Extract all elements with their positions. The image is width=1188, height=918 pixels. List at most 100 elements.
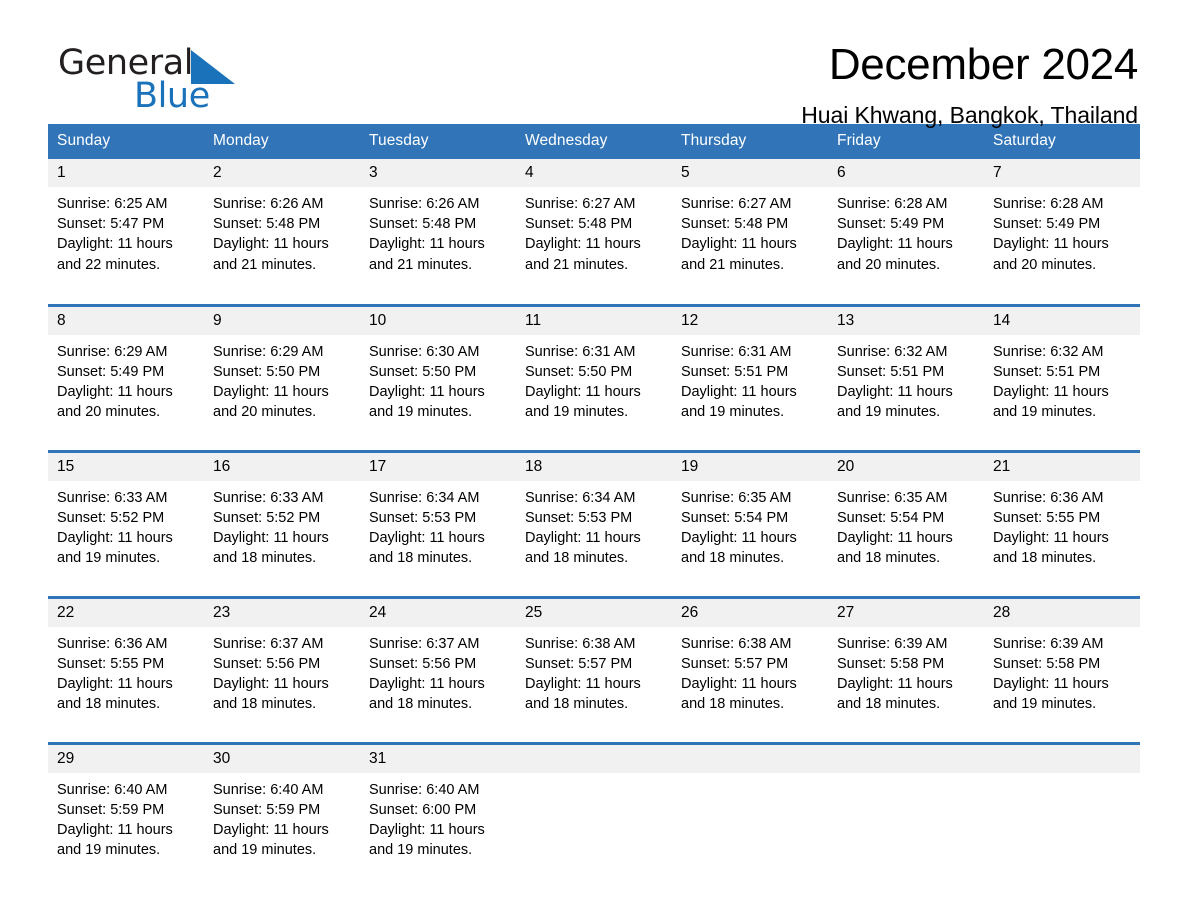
- calendar-empty-cell: [828, 741, 984, 878]
- calendar-day-cell[interactable]: 21 Sunrise: 6:36 AM Sunset: 5:55 PM Dayligh…: [984, 449, 1140, 586]
- day-number: 4: [516, 159, 672, 187]
- daylight-text-line1: Daylight: 11 hours: [213, 821, 329, 838]
- generalblue-logo[interactable]: General Blue: [58, 46, 318, 120]
- calendar-day-cell[interactable]: 29 Sunrise: 6:40 AM Sunset: 5:59 PM Dayligh…: [48, 741, 204, 878]
- sunset-text: Sunset: 5:54 PM: [681, 509, 789, 526]
- sunset-text: Sunset: 5:52 PM: [57, 509, 165, 526]
- calendar-day-cell[interactable]: 30 Sunrise: 6:40 AM Sunset: 5:59 PM Dayligh…: [204, 741, 360, 878]
- calendar-day-cell[interactable]: 14 Sunrise: 6:32 AM Sunset: 5:51 PM Dayligh…: [984, 303, 1140, 440]
- day-number: 28: [984, 598, 1140, 627]
- calendar-day-cell[interactable]: 11 Sunrise: 6:31 AM Sunset: 5:50 PM Dayligh…: [516, 303, 672, 440]
- calendar-day-cell[interactable]: 10 Sunrise: 6:30 AM Sunset: 5:50 PM Dayligh…: [360, 303, 516, 440]
- sunset-text: Sunset: 5:53 PM: [369, 509, 477, 526]
- calendar-day-cell[interactable]: 26 Sunrise: 6:38 AM Sunset: 5:57 PM Dayligh…: [672, 595, 828, 732]
- daylight-text-line2: and 19 minutes.: [213, 842, 317, 859]
- day-details: Sunrise: 6:38 AM Sunset: 5:57 PM Daylight:…: [516, 627, 672, 715]
- daylight-text-line1: Daylight: 11 hours: [681, 383, 797, 400]
- calendar-day-cell[interactable]: 19 Sunrise: 6:35 AM Sunset: 5:54 PM Dayligh…: [672, 449, 828, 586]
- calendar-day-cell[interactable]: 1 Sunrise: 6:25 AM Sunset: 5:47 PM Daylight…: [48, 159, 204, 294]
- calendar-day-cell[interactable]: 23 Sunrise: 6:37 AM Sunset: 5:56 PM Dayligh…: [204, 595, 360, 732]
- calendar-day-cell[interactable]: 18 Sunrise: 6:34 AM Sunset: 5:53 PM Dayligh…: [516, 449, 672, 586]
- calendar-day-cell[interactable]: 5 Sunrise: 6:27 AM Sunset: 5:48 PM Daylight…: [672, 159, 828, 294]
- sunset-text: Sunset: 5:48 PM: [213, 216, 321, 233]
- sunset-text: Sunset: 5:56 PM: [213, 655, 321, 672]
- day-number: 8: [48, 306, 204, 335]
- daylight-text-line1: Daylight: 11 hours: [57, 236, 173, 253]
- sunrise-text: Sunrise: 6:26 AM: [213, 196, 324, 212]
- day-number: 3: [360, 159, 516, 187]
- sunrise-text: Sunrise: 6:29 AM: [57, 343, 168, 360]
- sunset-text: Sunset: 5:48 PM: [681, 216, 789, 233]
- daylight-text-line1: Daylight: 11 hours: [525, 383, 641, 400]
- day-details: Sunrise: 6:40 AM Sunset: 6:00 PM Daylight:…: [360, 773, 516, 861]
- calendar-day-cell[interactable]: 9 Sunrise: 6:29 AM Sunset: 5:50 PM Daylight…: [204, 303, 360, 440]
- sunrise-text: Sunrise: 6:38 AM: [681, 635, 792, 652]
- day-number: 25: [516, 598, 672, 627]
- day-number: 7: [984, 159, 1140, 187]
- daylight-text-line1: Daylight: 11 hours: [993, 236, 1109, 253]
- day-number: [984, 744, 1140, 773]
- calendar-day-cell[interactable]: 13 Sunrise: 6:32 AM Sunset: 5:51 PM Dayligh…: [828, 303, 984, 440]
- sunrise-text: Sunrise: 6:40 AM: [57, 781, 168, 798]
- day-details: Sunrise: 6:28 AM Sunset: 5:49 PM Daylight:…: [984, 187, 1140, 275]
- calendar-day-cell[interactable]: 3 Sunrise: 6:26 AM Sunset: 5:48 PM Daylight…: [360, 159, 516, 294]
- sunset-text: Sunset: 5:54 PM: [837, 509, 945, 526]
- day-number: 2: [204, 159, 360, 187]
- sunset-text: Sunset: 5:51 PM: [681, 363, 789, 380]
- calendar-day-cell[interactable]: 6 Sunrise: 6:28 AM Sunset: 5:49 PM Daylight…: [828, 159, 984, 294]
- calendar-day-cell[interactable]: 4 Sunrise: 6:27 AM Sunset: 5:48 PM Daylight…: [516, 159, 672, 294]
- day-number: 19: [672, 452, 828, 481]
- sunrise-text: Sunrise: 6:31 AM: [525, 343, 636, 360]
- day-number: [672, 744, 828, 773]
- daylight-text-line2: and 18 minutes.: [837, 550, 941, 567]
- sunset-text: Sunset: 5:49 PM: [993, 216, 1101, 233]
- sunset-text: Sunset: 5:59 PM: [57, 801, 165, 818]
- day-details: Sunrise: 6:26 AM Sunset: 5:48 PM Daylight:…: [360, 187, 516, 275]
- calendar-day-cell[interactable]: 22 Sunrise: 6:36 AM Sunset: 5:55 PM Dayligh…: [48, 595, 204, 732]
- week-spacer: [48, 586, 1140, 597]
- calendar-page: General Blue December 2024 Huai Khwang, …: [0, 0, 1188, 918]
- calendar-day-cell[interactable]: 12 Sunrise: 6:31 AM Sunset: 5:51 PM Dayligh…: [672, 303, 828, 440]
- sunrise-text: Sunrise: 6:32 AM: [837, 343, 948, 360]
- week-spacer-cell: [48, 732, 1140, 743]
- day-number: 31: [360, 744, 516, 773]
- daylight-text-line2: and 19 minutes.: [681, 404, 785, 421]
- daylight-text-line1: Daylight: 11 hours: [837, 675, 953, 692]
- calendar-day-cell[interactable]: 17 Sunrise: 6:34 AM Sunset: 5:53 PM Dayligh…: [360, 449, 516, 586]
- daylight-text-line2: and 19 minutes.: [369, 404, 473, 421]
- calendar-day-cell[interactable]: 31 Sunrise: 6:40 AM Sunset: 6:00 PM Dayligh…: [360, 741, 516, 878]
- daylight-text-line1: Daylight: 11 hours: [837, 236, 953, 253]
- calendar-day-cell[interactable]: 15 Sunrise: 6:33 AM Sunset: 5:52 PM Dayligh…: [48, 449, 204, 586]
- sunrise-text: Sunrise: 6:37 AM: [369, 635, 480, 652]
- week-spacer-cell: [48, 586, 1140, 597]
- sunrise-text: Sunrise: 6:28 AM: [993, 196, 1104, 212]
- calendar-day-cell[interactable]: 2 Sunrise: 6:26 AM Sunset: 5:48 PM Daylight…: [204, 159, 360, 294]
- day-details: Sunrise: 6:30 AM Sunset: 5:50 PM Daylight:…: [360, 335, 516, 423]
- calendar-empty-cell: [984, 741, 1140, 878]
- daylight-text-line1: Daylight: 11 hours: [837, 529, 953, 546]
- day-details: Sunrise: 6:29 AM Sunset: 5:49 PM Daylight:…: [48, 335, 204, 423]
- sunrise-text: Sunrise: 6:30 AM: [369, 343, 480, 360]
- day-number: 10: [360, 306, 516, 335]
- sunset-text: Sunset: 5:57 PM: [525, 655, 633, 672]
- weekday-header-monday: Monday: [204, 124, 360, 159]
- sunset-text: Sunset: 5:57 PM: [681, 655, 789, 672]
- sunset-text: Sunset: 5:50 PM: [525, 363, 633, 380]
- daylight-text-line2: and 19 minutes.: [57, 550, 161, 567]
- day-details: Sunrise: 6:33 AM Sunset: 5:52 PM Daylight:…: [204, 481, 360, 569]
- calendar-day-cell[interactable]: 25 Sunrise: 6:38 AM Sunset: 5:57 PM Dayligh…: [516, 595, 672, 732]
- calendar-day-cell[interactable]: 27 Sunrise: 6:39 AM Sunset: 5:58 PM Dayligh…: [828, 595, 984, 732]
- logo-text-blue: Blue: [134, 76, 210, 116]
- daylight-text-line2: and 21 minutes.: [525, 256, 629, 273]
- day-number: 5: [672, 159, 828, 187]
- calendar-day-cell[interactable]: 20 Sunrise: 6:35 AM Sunset: 5:54 PM Dayligh…: [828, 449, 984, 586]
- day-details: Sunrise: 6:38 AM Sunset: 5:57 PM Daylight:…: [672, 627, 828, 715]
- day-details: Sunrise: 6:27 AM Sunset: 5:48 PM Daylight:…: [516, 187, 672, 275]
- calendar-day-cell[interactable]: 8 Sunrise: 6:29 AM Sunset: 5:49 PM Daylight…: [48, 303, 204, 440]
- calendar-day-cell[interactable]: 16 Sunrise: 6:33 AM Sunset: 5:52 PM Dayligh…: [204, 449, 360, 586]
- calendar-day-cell[interactable]: 7 Sunrise: 6:28 AM Sunset: 5:49 PM Daylight…: [984, 159, 1140, 294]
- calendar-day-cell[interactable]: 28 Sunrise: 6:39 AM Sunset: 5:58 PM Dayligh…: [984, 595, 1140, 732]
- sunset-text: Sunset: 5:50 PM: [213, 363, 321, 380]
- calendar-day-cell[interactable]: 24 Sunrise: 6:37 AM Sunset: 5:56 PM Dayligh…: [360, 595, 516, 732]
- sunset-text: Sunset: 5:48 PM: [525, 216, 633, 233]
